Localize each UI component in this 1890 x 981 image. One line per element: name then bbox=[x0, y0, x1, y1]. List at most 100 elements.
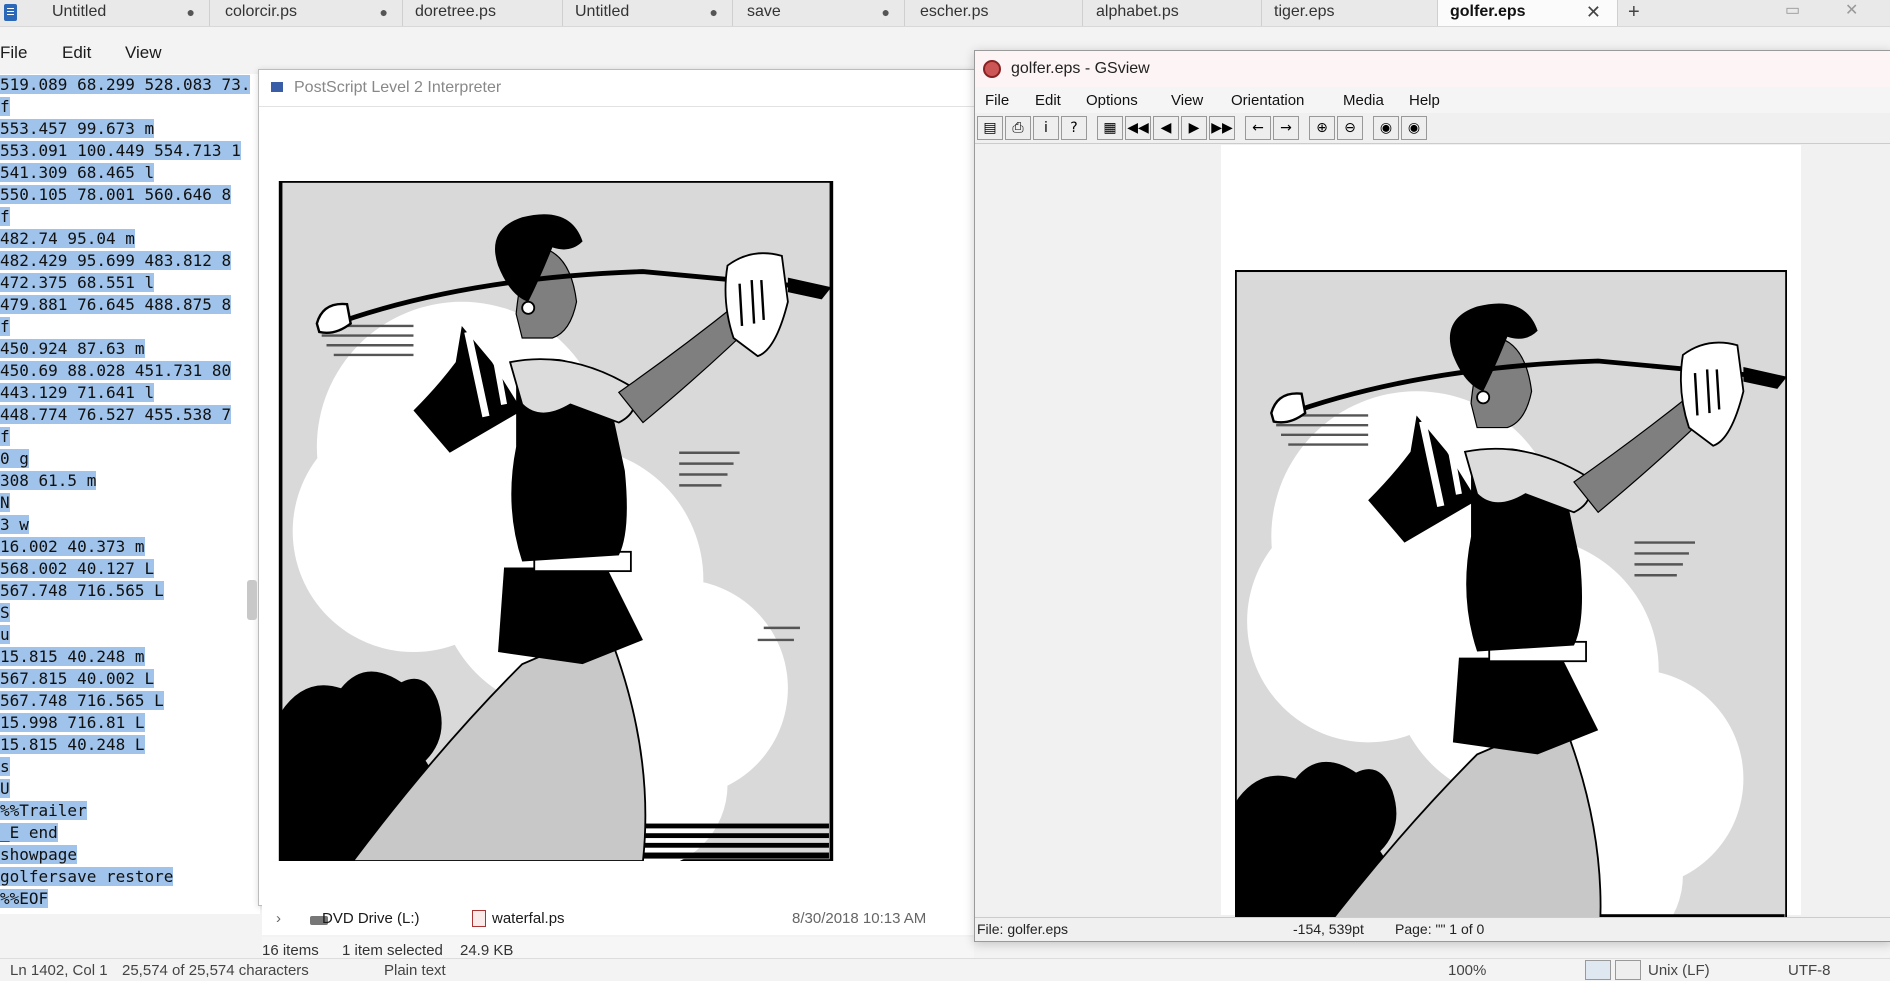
menu-edit[interactable]: Edit bbox=[1035, 92, 1061, 109]
text-line[interactable]: 16.002 40.373 m bbox=[0, 536, 145, 557]
text-line[interactable]: 567.748 716.565 L bbox=[0, 690, 164, 711]
text-line[interactable]: f bbox=[0, 206, 10, 227]
text-line[interactable]: f bbox=[0, 426, 10, 447]
text-line[interactable]: 482.429 95.699 483.812 8 bbox=[0, 250, 232, 271]
gsview-title-bar[interactable]: golfer.eps - GSview bbox=[975, 51, 1890, 87]
text-line[interactable]: 553.091 100.449 554.713 1 bbox=[0, 140, 241, 161]
text-line[interactable]: 519.089 68.299 528.083 73. bbox=[0, 74, 251, 95]
text-line[interactable]: f bbox=[0, 316, 10, 337]
menu-view[interactable]: View bbox=[125, 43, 162, 63]
text-line[interactable]: showpage bbox=[0, 844, 78, 865]
find-next-icon[interactable]: ◉ bbox=[1401, 116, 1427, 140]
open-icon[interactable]: ▤ bbox=[977, 116, 1003, 140]
selected-text: u bbox=[0, 625, 10, 644]
text-line[interactable]: 3 w bbox=[0, 514, 29, 535]
text-line[interactable]: 448.774 76.527 455.538 7 bbox=[0, 404, 232, 425]
tab-golfer[interactable]: golfer.eps ✕ bbox=[1438, 0, 1618, 26]
text-line[interactable]: 479.881 76.645 488.875 8 bbox=[0, 294, 232, 315]
text-line[interactable]: s bbox=[0, 756, 10, 777]
tab-doretree[interactable]: doretree.ps bbox=[403, 0, 563, 26]
text-line[interactable]: 541.309 68.465 l bbox=[0, 162, 155, 183]
text-line[interactable]: 15.815 40.248 L bbox=[0, 734, 145, 755]
minimize-icon[interactable]: ▭ bbox=[1785, 0, 1800, 20]
menu-edit[interactable]: Edit bbox=[62, 43, 91, 63]
ps-interpreter-window[interactable]: PostScript Level 2 Interpreter bbox=[247, 69, 976, 906]
drive-label[interactable]: DVD Drive (L:) bbox=[322, 910, 420, 927]
print-icon[interactable]: ⎙ bbox=[1005, 116, 1031, 140]
scrollbar-thumb[interactable] bbox=[247, 580, 257, 620]
text-line[interactable]: 308 61.5 m bbox=[0, 470, 97, 491]
menu-options[interactable]: Options bbox=[1086, 92, 1138, 109]
file-list-row[interactable]: › DVD Drive (L:) waterfal.ps 8/30/2018 1… bbox=[262, 905, 974, 935]
text-line[interactable]: 550.105 78.001 560.646 8 bbox=[0, 184, 232, 205]
cursor-position: Ln 1402, Col 1 bbox=[10, 962, 108, 979]
selected-text: 519.089 68.299 528.083 73. bbox=[0, 75, 251, 94]
prev-page-icon[interactable]: ◀ bbox=[1153, 116, 1179, 140]
zoom-out-icon[interactable]: ⊖ bbox=[1337, 116, 1363, 140]
menu-file[interactable]: File bbox=[0, 43, 27, 63]
find-text-icon[interactable]: ◉ bbox=[1373, 116, 1399, 140]
text-line[interactable]: 15.815 40.248 m bbox=[0, 646, 145, 667]
text-line[interactable]: 15.998 716.81 L bbox=[0, 712, 145, 733]
first-page-icon[interactable]: ◀◀ bbox=[1125, 116, 1151, 140]
close-tab-icon[interactable]: ✕ bbox=[1586, 0, 1601, 24]
add-tab-button[interactable]: + bbox=[1628, 0, 1640, 24]
last-page-icon[interactable]: ▶▶ bbox=[1209, 116, 1235, 140]
text-line[interactable]: 482.74 95.04 m bbox=[0, 228, 135, 249]
text-line[interactable]: N bbox=[0, 492, 10, 513]
text-line[interactable]: golfersave restore bbox=[0, 866, 174, 887]
tab-untitled-1[interactable]: Untitled ● bbox=[40, 0, 210, 26]
forward-arrow-icon[interactable]: → bbox=[1273, 116, 1299, 140]
help-icon[interactable]: ? bbox=[1061, 116, 1087, 140]
menu-media[interactable]: Media bbox=[1343, 92, 1384, 109]
menu-file[interactable]: File bbox=[985, 92, 1009, 109]
info-icon[interactable]: i bbox=[1033, 116, 1059, 140]
text-line[interactable]: 567.815 40.002 L bbox=[0, 668, 155, 689]
tab-save[interactable]: save ● bbox=[735, 0, 905, 26]
menu-orientation[interactable]: Orientation bbox=[1231, 92, 1304, 109]
text-line[interactable]: _E end bbox=[0, 822, 58, 843]
tab-colorcir[interactable]: colorcir.ps ● bbox=[213, 0, 403, 26]
zoom-in-icon[interactable]: ⊕ bbox=[1309, 116, 1335, 140]
text-line[interactable]: 450.69 88.028 451.731 80 bbox=[0, 360, 232, 381]
text-line[interactable]: f bbox=[0, 96, 10, 117]
text-line[interactable]: 0 g bbox=[0, 448, 29, 469]
tab-alphabet[interactable]: alphabet.ps bbox=[1084, 0, 1262, 26]
ps-title-bar[interactable]: PostScript Level 2 Interpreter bbox=[259, 70, 975, 107]
text-line[interactable]: 450.924 87.63 m bbox=[0, 338, 145, 359]
text-line[interactable]: %%EOF bbox=[0, 888, 49, 909]
text-line[interactable]: u bbox=[0, 624, 10, 645]
text-line[interactable]: 472.375 68.551 l bbox=[0, 272, 155, 293]
selected-text: %%Trailer bbox=[0, 801, 87, 820]
file-name[interactable]: waterfal.ps bbox=[492, 910, 565, 927]
details-view-icon[interactable] bbox=[1615, 960, 1641, 980]
text-line[interactable]: 443.129 71.641 l bbox=[0, 382, 155, 403]
tab-escher[interactable]: escher.ps bbox=[908, 0, 1083, 26]
tab-untitled-2[interactable]: Untitled ● bbox=[563, 0, 733, 26]
editor-text-area[interactable]: 519.089 68.299 528.083 73. f 553.457 99.67… bbox=[0, 74, 260, 914]
list-view-icon[interactable] bbox=[1585, 960, 1611, 980]
menu-help[interactable]: Help bbox=[1409, 92, 1440, 109]
encoding[interactable]: UTF-8 bbox=[1788, 962, 1831, 979]
back-arrow-icon[interactable]: ← bbox=[1245, 116, 1271, 140]
line-ending[interactable]: Unix (LF) bbox=[1648, 962, 1710, 979]
goto-page-icon[interactable]: ▦ bbox=[1097, 116, 1123, 140]
modified-dot-icon: ● bbox=[379, 4, 388, 20]
close-window-icon[interactable]: ✕ bbox=[1845, 0, 1858, 20]
text-line[interactable]: %%Trailer bbox=[0, 800, 87, 821]
text-line[interactable]: S bbox=[0, 602, 10, 623]
tab-tiger[interactable]: tiger.eps bbox=[1262, 0, 1438, 26]
modified-dot-icon: ● bbox=[186, 4, 195, 20]
gsview-window[interactable]: golfer.eps - GSview File Edit Options Vi… bbox=[974, 50, 1890, 942]
text-line[interactable]: 567.748 716.565 L bbox=[0, 580, 164, 601]
gsview-window-title: golfer.eps - GSview bbox=[1011, 60, 1150, 77]
text-line[interactable]: U bbox=[0, 778, 10, 799]
next-page-icon[interactable]: ▶ bbox=[1181, 116, 1207, 140]
zoom-level[interactable]: 100% bbox=[1448, 962, 1486, 979]
chevron-right-icon[interactable]: › bbox=[276, 910, 281, 927]
notepad-status-bar: Ln 1402, Col 1 25,574 of 25,574 characte… bbox=[0, 958, 1890, 981]
text-line[interactable]: 568.002 40.127 L bbox=[0, 558, 155, 579]
menu-view[interactable]: View bbox=[1171, 92, 1203, 109]
text-line[interactable]: 553.457 99.673 m bbox=[0, 118, 155, 139]
gsview-document-view[interactable] bbox=[975, 145, 1890, 935]
